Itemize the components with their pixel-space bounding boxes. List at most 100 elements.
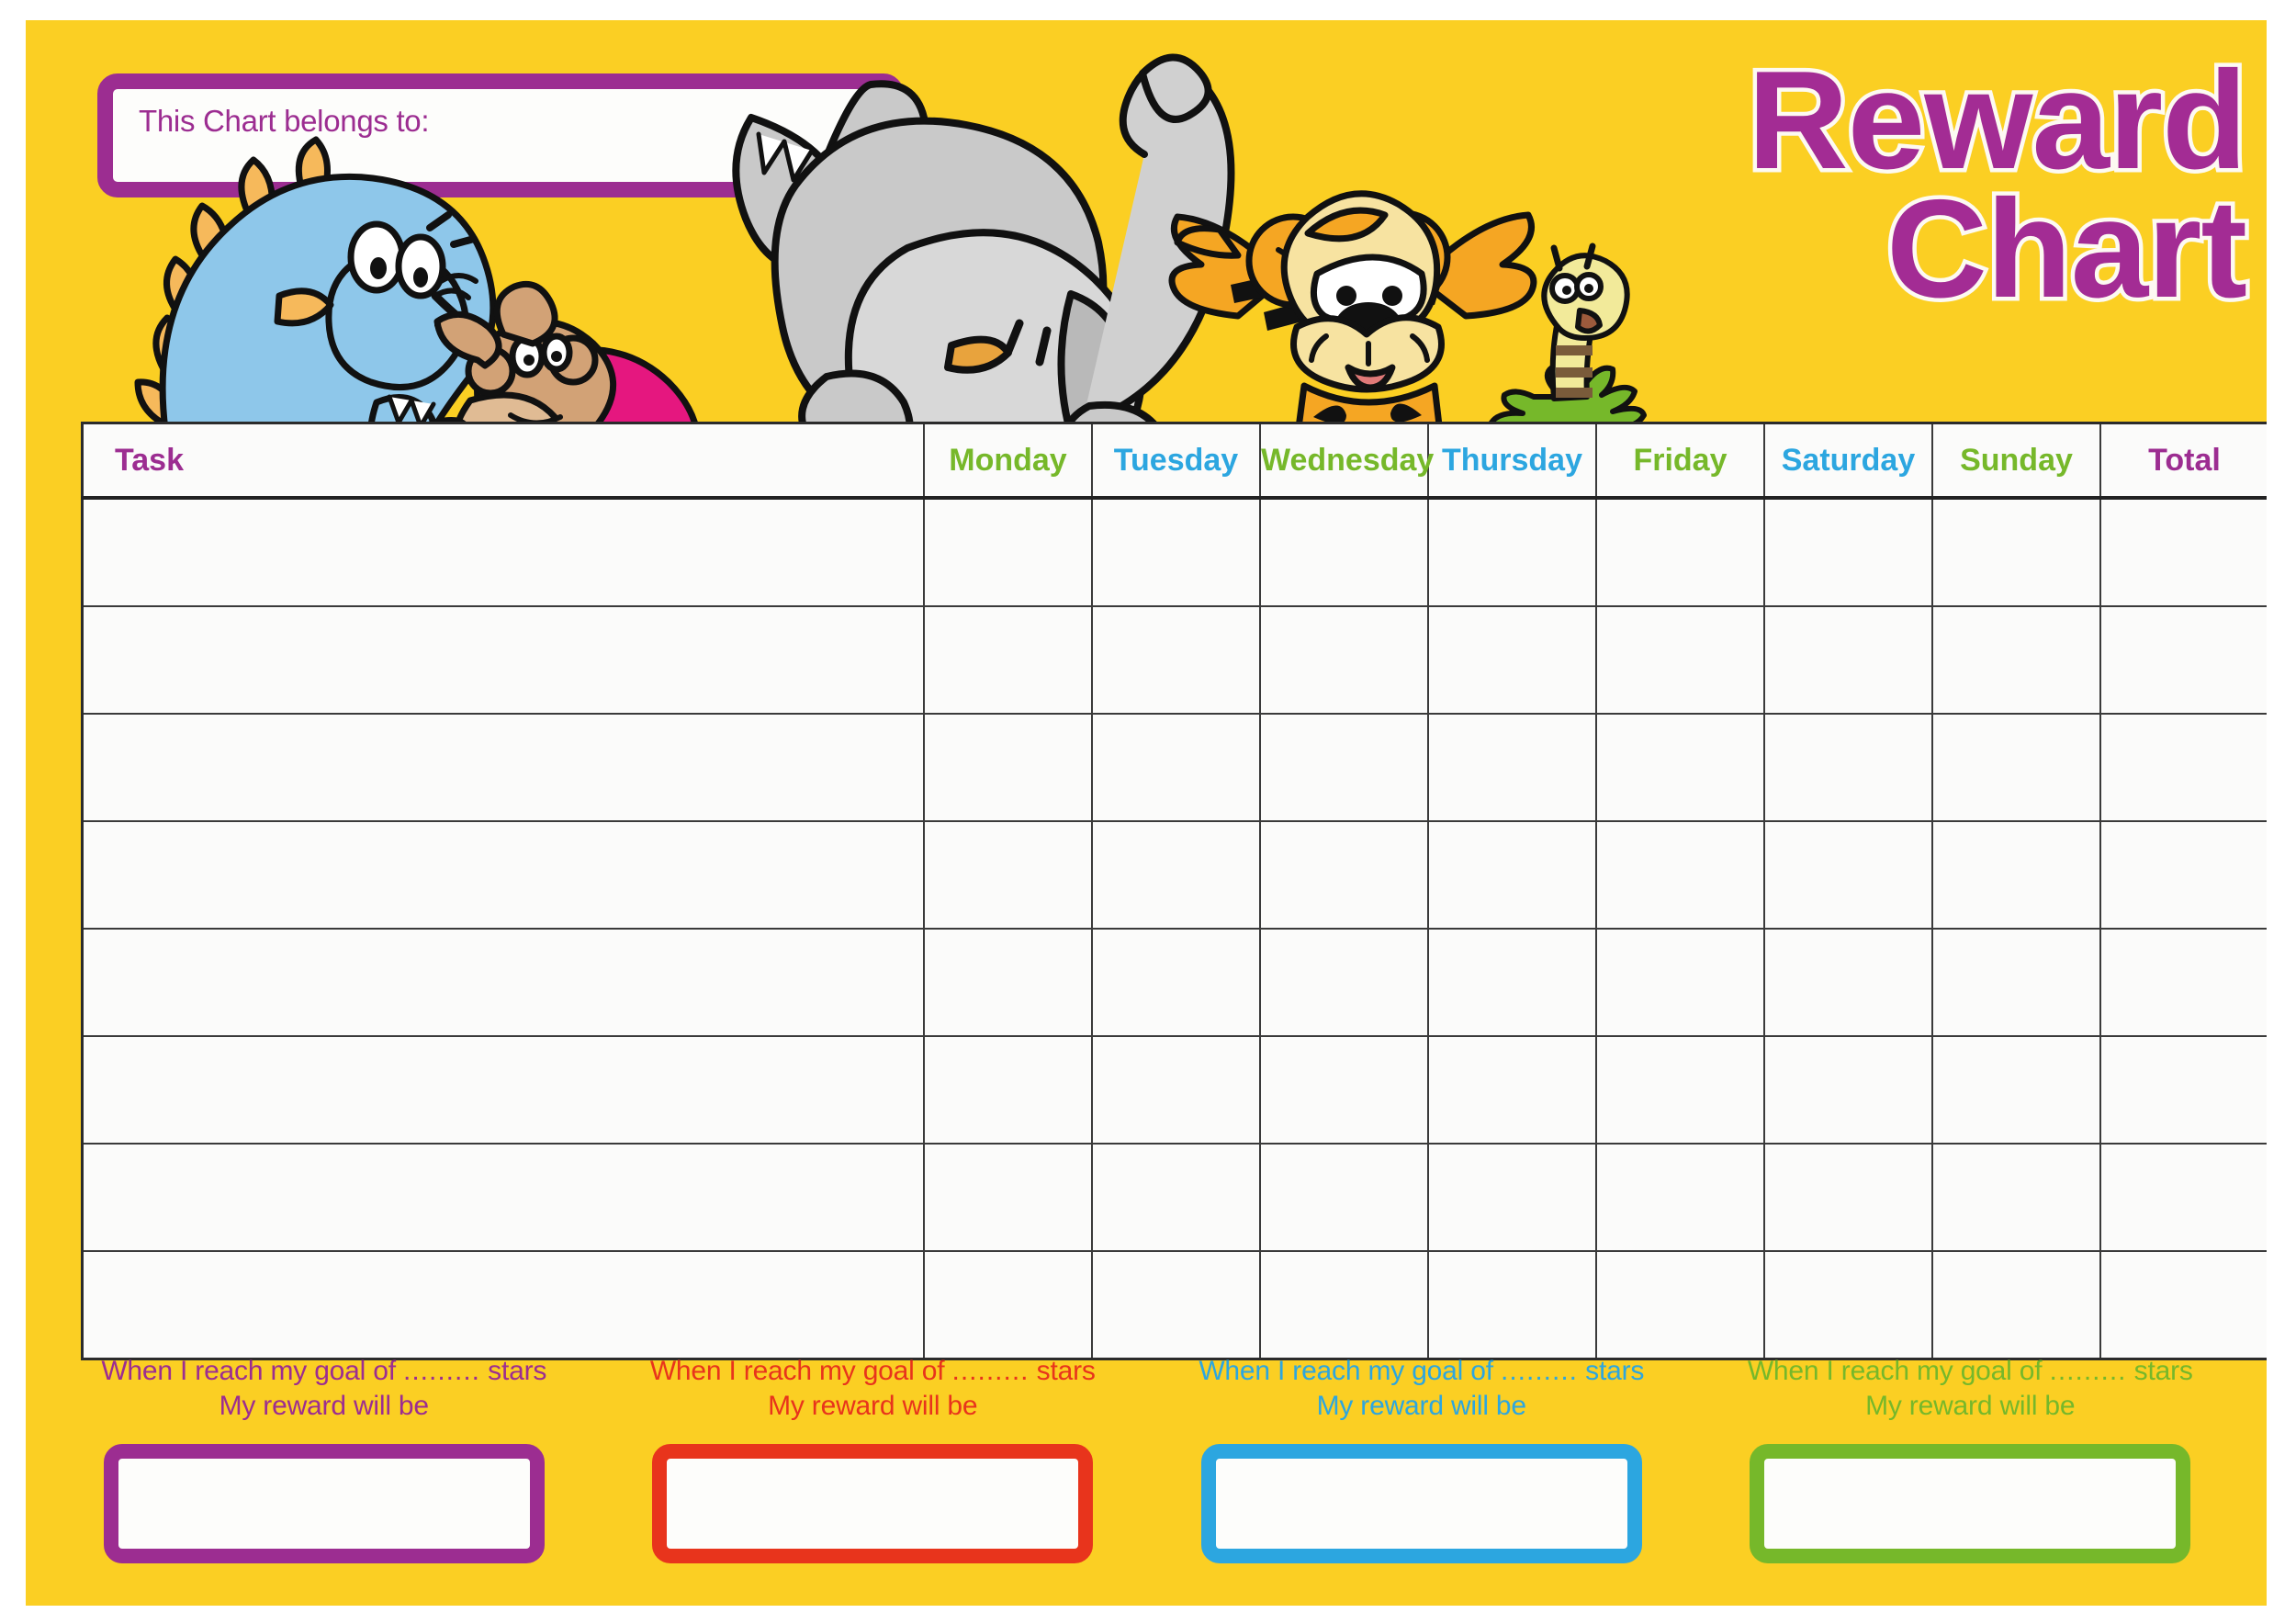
reward-goal-2-dots: ......... [951, 1356, 1030, 1386]
reward-goal-4-line-2: My reward will be [1865, 1391, 2076, 1422]
day-cell[interactable] [1091, 1143, 1261, 1252]
day-cell[interactable] [923, 713, 1093, 822]
day-cell[interactable] [1259, 605, 1429, 715]
task-cell[interactable] [81, 1143, 925, 1252]
day-cell[interactable] [1595, 1250, 1765, 1360]
day-cell[interactable] [1763, 605, 1933, 715]
day-cell[interactable] [1091, 605, 1261, 715]
day-cell[interactable] [1931, 1143, 2101, 1252]
day-cell[interactable] [1931, 497, 2101, 607]
total-cell[interactable] [2099, 605, 2267, 715]
task-cell[interactable] [81, 713, 925, 822]
day-cell[interactable] [1259, 497, 1429, 607]
reward-goal-1-line-2: My reward will be [219, 1391, 430, 1422]
column-header-thursday: Thursday [1427, 422, 1597, 500]
page-title: Reward Chart [1743, 47, 2252, 327]
reward-goal-3-input[interactable] [1200, 1444, 1642, 1563]
day-cell[interactable] [1595, 928, 1765, 1037]
reward-goal-4-line-1: When I reach my goal of ......... stars [1747, 1356, 2193, 1386]
day-cell[interactable] [1595, 713, 1765, 822]
task-cell[interactable] [81, 605, 925, 715]
reward-goal-3-line-2: My reward will be [1316, 1391, 1527, 1422]
day-cell[interactable] [923, 497, 1093, 607]
reward-goal-2-input[interactable] [652, 1444, 1094, 1563]
total-cell[interactable] [2099, 928, 2267, 1037]
chart-owner-box[interactable]: This Chart belongs to: [97, 73, 904, 197]
day-cell[interactable] [1931, 1035, 2101, 1145]
day-cell[interactable] [1091, 713, 1261, 822]
task-cell[interactable] [81, 1250, 925, 1360]
task-cell[interactable] [81, 497, 925, 607]
reward-goal-4-dots: ......... [2049, 1356, 2127, 1386]
day-cell[interactable] [1427, 497, 1597, 607]
day-cell[interactable] [1259, 1143, 1429, 1252]
day-cell[interactable] [923, 1250, 1093, 1360]
day-cell[interactable] [1259, 1035, 1429, 1145]
day-cell[interactable] [923, 1143, 1093, 1252]
day-cell[interactable] [1091, 820, 1261, 930]
day-cell[interactable] [1427, 1035, 1597, 1145]
table-row [81, 713, 2267, 822]
day-cell[interactable] [923, 1035, 1093, 1145]
reward-goal-1-input[interactable] [103, 1444, 545, 1563]
day-cell[interactable] [1091, 497, 1261, 607]
table-row [81, 497, 2267, 607]
day-cell[interactable] [1931, 928, 2101, 1037]
reward-goals-strip: When I reach my goal of ......... stars … [50, 1354, 2245, 1593]
day-cell[interactable] [1427, 1250, 1597, 1360]
day-cell[interactable] [1763, 713, 1933, 822]
total-cell[interactable] [2099, 713, 2267, 822]
day-cell[interactable] [1259, 928, 1429, 1037]
day-cell[interactable] [1595, 1035, 1765, 1145]
day-cell[interactable] [1763, 1143, 1933, 1252]
day-cell[interactable] [1763, 928, 1933, 1037]
day-cell[interactable] [923, 605, 1093, 715]
day-cell[interactable] [1595, 1143, 1765, 1252]
day-cell[interactable] [1763, 820, 1933, 930]
task-cell[interactable] [81, 1035, 925, 1145]
reward-chart-poster: This Chart belongs to: Reward Chart Task… [26, 20, 2267, 1606]
task-cell[interactable] [81, 928, 925, 1037]
day-cell[interactable] [923, 820, 1093, 930]
page-title-line-2: Chart [1883, 170, 2252, 327]
day-cell[interactable] [1931, 1250, 2101, 1360]
reward-goal-4-input[interactable] [1750, 1444, 2191, 1563]
day-cell[interactable] [1259, 820, 1429, 930]
table-row [81, 605, 2267, 715]
day-cell[interactable] [1763, 1250, 1933, 1360]
total-cell[interactable] [2099, 1035, 2267, 1145]
day-cell[interactable] [1427, 928, 1597, 1037]
table-row [81, 1143, 2267, 1252]
reward-goal-2-line-1: When I reach my goal of ......... stars [649, 1356, 1096, 1386]
reward-goal-3: When I reach my goal of ......... stars … [1147, 1354, 1696, 1593]
day-cell[interactable] [1427, 713, 1597, 822]
total-cell[interactable] [2099, 497, 2267, 607]
total-cell[interactable] [2099, 1143, 2267, 1252]
day-cell[interactable] [1931, 605, 2101, 715]
total-cell[interactable] [2099, 1250, 2267, 1360]
day-cell[interactable] [1259, 1250, 1429, 1360]
table-header-row: Task Monday Tuesday Wednesday Thursday F… [81, 422, 2267, 500]
day-cell[interactable] [1427, 605, 1597, 715]
day-cell[interactable] [1259, 713, 1429, 822]
day-cell[interactable] [1091, 1035, 1261, 1145]
reward-goal-1-dots: ......... [403, 1356, 481, 1386]
day-cell[interactable] [1427, 1143, 1597, 1252]
day-cell[interactable] [1427, 820, 1597, 930]
day-cell[interactable] [1595, 605, 1765, 715]
day-cell[interactable] [1595, 497, 1765, 607]
total-cell[interactable] [2099, 820, 2267, 930]
reward-goal-3-line-1: When I reach my goal of ......... stars [1199, 1356, 1645, 1386]
reward-goal-2-line-2: My reward will be [768, 1391, 978, 1422]
day-cell[interactable] [1595, 820, 1765, 930]
column-header-monday: Monday [923, 422, 1093, 500]
day-cell[interactable] [1763, 497, 1933, 607]
day-cell[interactable] [1091, 1250, 1261, 1360]
day-cell[interactable] [1091, 928, 1261, 1037]
day-cell[interactable] [1931, 713, 2101, 822]
reward-goal-1-line-1: When I reach my goal of ......... stars [101, 1356, 547, 1386]
day-cell[interactable] [923, 928, 1093, 1037]
day-cell[interactable] [1931, 820, 2101, 930]
day-cell[interactable] [1763, 1035, 1933, 1145]
task-cell[interactable] [81, 820, 925, 930]
